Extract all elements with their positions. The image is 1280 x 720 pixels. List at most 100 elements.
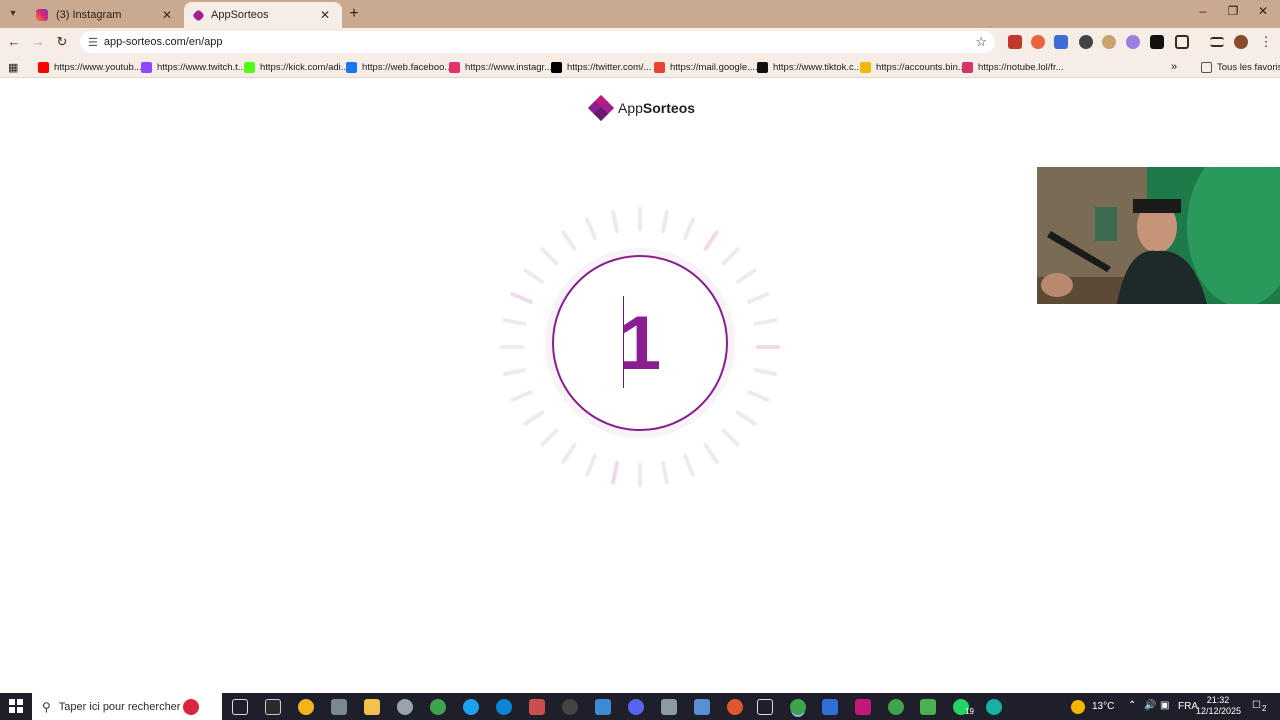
app-icon[interactable] xyxy=(331,699,347,715)
notification-count: 2 xyxy=(1262,704,1267,713)
chrome-active-icon[interactable] xyxy=(790,699,806,715)
appsorteos-logo[interactable]: AppSorteos xyxy=(587,94,695,122)
bookmark-label: https://kick.com/adi... xyxy=(260,61,349,73)
tab-search-menu-button[interactable]: ▾ xyxy=(4,4,22,22)
chrome-icon[interactable] xyxy=(888,699,904,715)
spinner-tick xyxy=(540,428,559,447)
volume-icon[interactable]: 🔊 xyxy=(1144,700,1156,711)
bookmark-item[interactable]: https://www.youtub... xyxy=(38,60,142,74)
app-icon[interactable] xyxy=(920,699,936,715)
tab-instagram[interactable]: (3) Instagram ✕ xyxy=(26,2,184,28)
bookmark-item[interactable]: https://notube.lol/fr... xyxy=(962,60,1064,74)
chrome-icon[interactable] xyxy=(430,699,446,715)
network-icon[interactable]: ▣ xyxy=(1160,700,1169,711)
close-icon[interactable]: ✕ xyxy=(160,8,174,22)
facebook-icon xyxy=(346,61,357,73)
weather-temperature[interactable]: 13°C xyxy=(1092,701,1114,712)
close-icon[interactable]: ✕ xyxy=(318,8,332,22)
translate-icon[interactable] xyxy=(1054,35,1068,49)
app-icon[interactable] xyxy=(562,699,578,715)
notification-icon[interactable]: ☐ xyxy=(1252,700,1261,711)
minimize-button[interactable]: – xyxy=(1188,4,1218,18)
bookmark-item[interactable]: https://mail.google.... xyxy=(654,60,758,74)
extension-icon[interactable] xyxy=(1150,35,1164,49)
language-indicator[interactable]: FRA xyxy=(1178,701,1198,712)
app-icon[interactable] xyxy=(463,699,479,715)
app-icon[interactable] xyxy=(397,699,413,715)
close-window-button[interactable]: ✕ xyxy=(1248,4,1278,18)
taskbar-clock[interactable]: 21:32 12/12/2025 xyxy=(1196,695,1241,717)
arrow-right-icon: → xyxy=(31,34,45,49)
windows-taskbar: ⚲ Taper ici pour rechercher 19 13°C ⌃ 🔊 … xyxy=(0,693,1280,720)
bookmark-item[interactable]: https://twitter.com/... xyxy=(551,60,651,74)
app-icon[interactable] xyxy=(822,699,838,715)
apps-grid-icon[interactable]: ▦ xyxy=(8,60,18,74)
bookmarks-bar: ▦ https://www.youtub... https://www.twitc… xyxy=(0,56,1280,78)
bookmark-item[interactable]: https://www.tiktok.c... xyxy=(757,60,862,74)
bookmark-item[interactable]: https://web.faceboo... xyxy=(346,60,452,74)
epic-games-icon[interactable] xyxy=(265,699,281,715)
edge-icon[interactable] xyxy=(496,699,512,715)
address-bar[interactable]: ☰ app-sorteos.com/en/app ☆ xyxy=(80,31,995,53)
notube-icon xyxy=(962,61,973,73)
avatar[interactable] xyxy=(1234,35,1248,49)
spinner-tick xyxy=(585,454,597,477)
twitch-icon xyxy=(141,61,152,73)
app-icon[interactable] xyxy=(727,699,743,715)
tiktok-icon xyxy=(757,61,768,73)
bookmark-item[interactable]: https://www.instagr... xyxy=(449,60,552,74)
poinsettia-icon[interactable] xyxy=(183,699,199,715)
spinner-tick xyxy=(611,460,619,485)
forward-button[interactable]: → xyxy=(30,34,46,50)
all-bookmarks-button[interactable]: Tous les favoris xyxy=(1201,60,1280,74)
binance-icon xyxy=(860,61,871,73)
chevron-down-icon: ▾ xyxy=(10,7,16,19)
bookmark-star-icon[interactable]: ☆ xyxy=(975,34,987,50)
app-icon[interactable] xyxy=(661,699,677,715)
weather-icon[interactable] xyxy=(1071,700,1085,714)
spinner-tick xyxy=(753,368,778,376)
app-icon[interactable] xyxy=(855,699,871,715)
extension-icon[interactable] xyxy=(1031,35,1045,49)
bookmark-item[interactable]: https://kick.com/adi... xyxy=(244,60,349,74)
spinner-tick xyxy=(523,268,544,284)
bookmark-item[interactable]: https://www.twitch.t... xyxy=(141,60,246,74)
bookmark-label: https://www.instagr... xyxy=(465,61,553,73)
windows-start-icon[interactable] xyxy=(9,699,23,713)
spinner-tick xyxy=(747,390,770,402)
bookmark-item[interactable]: https://accounts.bin... xyxy=(860,60,966,74)
gmail-icon xyxy=(654,61,665,73)
chevron-up-icon[interactable]: ⌃ xyxy=(1128,700,1136,711)
extension-icon[interactable] xyxy=(1102,35,1116,49)
more-menu-icon[interactable]: ⋮ xyxy=(1258,34,1274,50)
bookmark-label: https://twitter.com/... xyxy=(567,61,652,73)
task-view-icon[interactable] xyxy=(232,699,248,715)
restore-button[interactable]: ❐ xyxy=(1218,4,1248,18)
back-button[interactable]: ← xyxy=(6,34,22,50)
extension-icon[interactable] xyxy=(1126,35,1140,49)
more-bookmarks-icon[interactable]: » xyxy=(1171,60,1177,74)
site-settings-icon[interactable]: ☰ xyxy=(88,36,98,49)
file-explorer-icon[interactable] xyxy=(364,699,380,715)
bookmark-label: https://notube.lol/fr... xyxy=(978,61,1064,73)
calculator-icon[interactable] xyxy=(694,699,710,715)
puzzle-icon[interactable] xyxy=(1175,35,1189,49)
app-icon[interactable] xyxy=(757,699,773,715)
spinner-tick xyxy=(703,443,719,464)
app-icon[interactable] xyxy=(986,699,1002,715)
discord-icon[interactable] xyxy=(628,699,644,715)
app-icon[interactable] xyxy=(529,699,545,715)
extension-icon[interactable] xyxy=(1079,35,1093,49)
chrome-icon[interactable] xyxy=(298,699,314,715)
bookmark-label: https://www.twitch.t... xyxy=(157,61,246,73)
bookmark-label: https://web.faceboo... xyxy=(362,61,453,73)
text-caret xyxy=(623,296,624,388)
extension-icon[interactable] xyxy=(1008,35,1022,49)
tab-title: (3) Instagram xyxy=(56,9,122,21)
reload-button[interactable]: ↻ xyxy=(54,34,70,50)
search-placeholder: Taper ici pour rechercher xyxy=(58,700,181,713)
new-tab-button[interactable]: + xyxy=(346,5,362,23)
tab-appsorteos[interactable]: AppSorteos ✕ xyxy=(184,2,342,28)
media-control-icon[interactable] xyxy=(1210,37,1224,47)
app-icon[interactable] xyxy=(595,699,611,715)
